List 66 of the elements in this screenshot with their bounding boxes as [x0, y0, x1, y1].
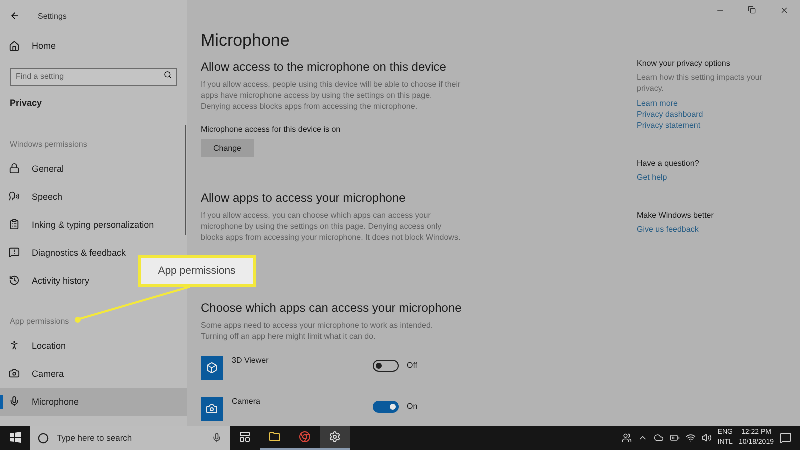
window-title: Settings [38, 12, 67, 20]
nav-item[interactable]: Home [0, 32, 64, 60]
camera-icon [206, 403, 218, 415]
aside-heading: Have a question? [637, 159, 700, 168]
section-heading: Allow access to the microphone on this device [201, 60, 448, 74]
section-title: Privacy [9, 96, 44, 110]
toggle-switch[interactable] [373, 360, 399, 372]
people-icon[interactable] [622, 433, 632, 443]
folder-icon [269, 431, 281, 443]
volume-icon[interactable] [702, 433, 712, 443]
task-view-icon [239, 431, 251, 443]
taskbar-app[interactable] [320, 426, 350, 450]
toggle-switch[interactable] [373, 401, 399, 413]
nav-item[interactable]: Location [0, 332, 74, 360]
camera-icon [9, 368, 20, 379]
nav-item[interactable]: General [0, 154, 72, 182]
aside-heading: Make Windows better [637, 211, 715, 220]
nav-item[interactable]: Camera [0, 360, 72, 388]
description-text: Some apps need to access your microphone to work as intended. Turning off an app here might limit what it can do. [201, 320, 434, 342]
status-text: Microphone access for this device is on [201, 125, 342, 134]
home-icon [9, 40, 20, 52]
cloud-icon[interactable] [654, 433, 664, 443]
feedback-icon [9, 247, 20, 258]
toggle-label: Off [407, 361, 418, 370]
section-heading: Choose which apps can access your microphone [201, 301, 463, 315]
nav-item[interactable]: Activity history [0, 266, 98, 294]
microphone-icon[interactable] [212, 433, 222, 443]
taskbar-search-field[interactable]: Type here to search [55, 428, 206, 448]
app-name: 3D Viewer [232, 356, 270, 365]
nav-item[interactable]: Diagnostics & feedback [0, 238, 134, 266]
settings-icon [329, 431, 341, 443]
back-icon[interactable] [10, 11, 20, 21]
section-heading: Allow apps to access your microphone [201, 191, 407, 205]
cortana-icon [38, 432, 49, 444]
search-icon [164, 71, 172, 79]
change-button[interactable]: Change [201, 139, 254, 157]
group-heading: Windows permissions [10, 140, 88, 148]
group-heading: App permissions [10, 316, 70, 326]
taskbar-search-box[interactable]: Type here to search [30, 426, 230, 450]
notifications-icon[interactable] [780, 432, 792, 444]
scrollbar[interactable] [185, 125, 186, 235]
close-icon [780, 6, 788, 14]
nav-item[interactable]: Inking & typing personalization [0, 210, 162, 238]
search-field[interactable]: Find a setting [10, 68, 177, 86]
callout-label: App permissions [138, 255, 256, 287]
cube-icon [206, 362, 218, 374]
speech-icon [9, 191, 20, 202]
battery-icon[interactable] [670, 433, 680, 443]
description-text: If you allow access, you can choose which apps can access your microphone by using the settings on this page. Denying access only blocks apps from accessing your microphone. It does not block Windows. [201, 210, 461, 243]
toggle-label: On [407, 402, 418, 411]
aside-heading: Know your privacy options [637, 59, 732, 68]
wifi-icon[interactable] [686, 433, 696, 443]
nav-item[interactable]: Speech [0, 182, 71, 210]
aside-text: Learn how this setting impacts your privacy. [637, 72, 764, 94]
nav-item[interactable]: Microphone [0, 388, 187, 416]
history-icon [9, 275, 20, 286]
restore-icon [748, 6, 756, 14]
microphone-icon [9, 396, 20, 407]
windows-logo-icon [10, 432, 20, 442]
app-name: Camera [232, 397, 262, 406]
person-icon [9, 340, 20, 351]
description-text: If you allow access, people using this device will be able to choose if their apps have microphone access by using the settings on this page. Denying access blocks apps from accessing the microphone. [201, 79, 461, 112]
clipboard-icon [9, 219, 20, 230]
page-title: Microphone [201, 31, 291, 51]
browser-icon [299, 431, 311, 443]
lock-icon [9, 163, 20, 174]
